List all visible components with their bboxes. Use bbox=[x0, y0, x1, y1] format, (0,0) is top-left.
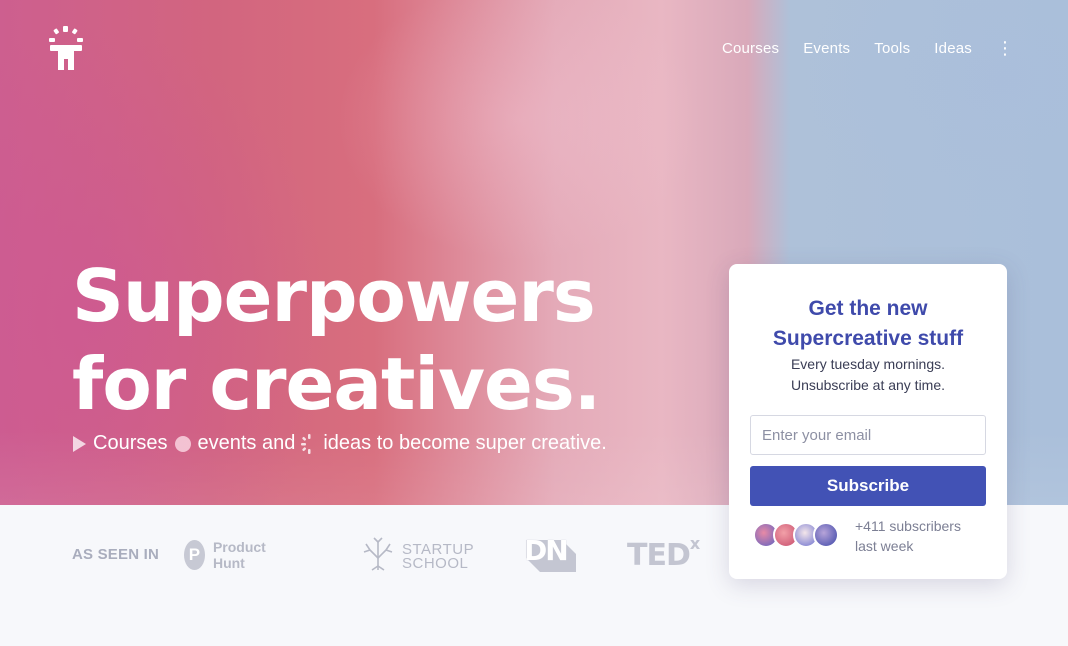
dn-label: DN bbox=[524, 534, 569, 567]
tree-icon bbox=[360, 536, 396, 577]
nav-events[interactable]: Events bbox=[803, 40, 850, 57]
product-hunt-label: Product Hunt bbox=[212, 539, 266, 571]
email-input[interactable] bbox=[750, 415, 986, 455]
subline-events: events and bbox=[197, 432, 296, 454]
headline-line-2: for creatives. bbox=[72, 342, 601, 426]
headline-line-1: Superpowers bbox=[72, 254, 596, 338]
startup-school-logo[interactable]: STARTUP SCHOOL bbox=[360, 536, 474, 577]
startup-school-label: STARTUP SCHOOL bbox=[402, 542, 474, 572]
nav-ideas[interactable]: Ideas bbox=[934, 40, 972, 57]
startup-school-line-2: SCHOOL bbox=[402, 554, 469, 572]
avatar bbox=[813, 522, 839, 548]
subline-courses: Courses bbox=[93, 432, 168, 454]
dot-icon bbox=[175, 435, 192, 452]
subscriber-count-line-1: +411 subscribers bbox=[855, 518, 961, 534]
product-hunt-logo[interactable]: P Product Hunt bbox=[184, 539, 275, 571]
sparkle-icon bbox=[301, 433, 317, 454]
hero-subline: Courses events and ideas to become super… bbox=[73, 432, 607, 455]
more-icon[interactable]: ⋮ bbox=[996, 39, 1014, 57]
nav-courses[interactable]: Courses bbox=[722, 40, 779, 57]
signup-sub-line-2: Unsubscribe at any time. bbox=[790, 377, 946, 393]
subline-ideas: ideas to become super creative. bbox=[323, 432, 607, 454]
signup-card: Get the new Supercreative stuff Every tu… bbox=[729, 264, 1007, 579]
hero-headline: Superpowers for creatives. bbox=[72, 252, 712, 428]
play-icon bbox=[73, 435, 86, 452]
nav-tools[interactable]: Tools bbox=[874, 40, 910, 57]
subscriber-count: +411 subscribers last week bbox=[855, 516, 995, 556]
subscribe-button[interactable]: Subscribe bbox=[750, 466, 986, 506]
signup-title-line-2: Supercreative stuff bbox=[772, 327, 964, 350]
signup-title-line-1: Get the new bbox=[808, 297, 928, 320]
tedx-label: TED bbox=[627, 538, 691, 573]
designer-news-logo[interactable]: DN bbox=[522, 534, 578, 572]
signup-subtitle: Every tuesday mornings. Unsubscribe at a… bbox=[729, 354, 1007, 396]
main-nav: Courses Events Tools Ideas ⋮ bbox=[698, 39, 1014, 57]
logo-icon[interactable] bbox=[46, 26, 86, 72]
press-label: AS SEEN IN bbox=[72, 546, 160, 563]
tedx-sup: x bbox=[689, 534, 700, 553]
product-hunt-icon: P bbox=[184, 540, 205, 570]
signup-sub-line-1: Every tuesday mornings. bbox=[790, 356, 946, 372]
signup-title: Get the new Supercreative stuff bbox=[729, 294, 1007, 354]
subscriber-avatars bbox=[753, 522, 843, 550]
tedx-logo[interactable]: TEDx bbox=[627, 534, 700, 573]
subscriber-count-line-2: last week bbox=[855, 538, 914, 554]
